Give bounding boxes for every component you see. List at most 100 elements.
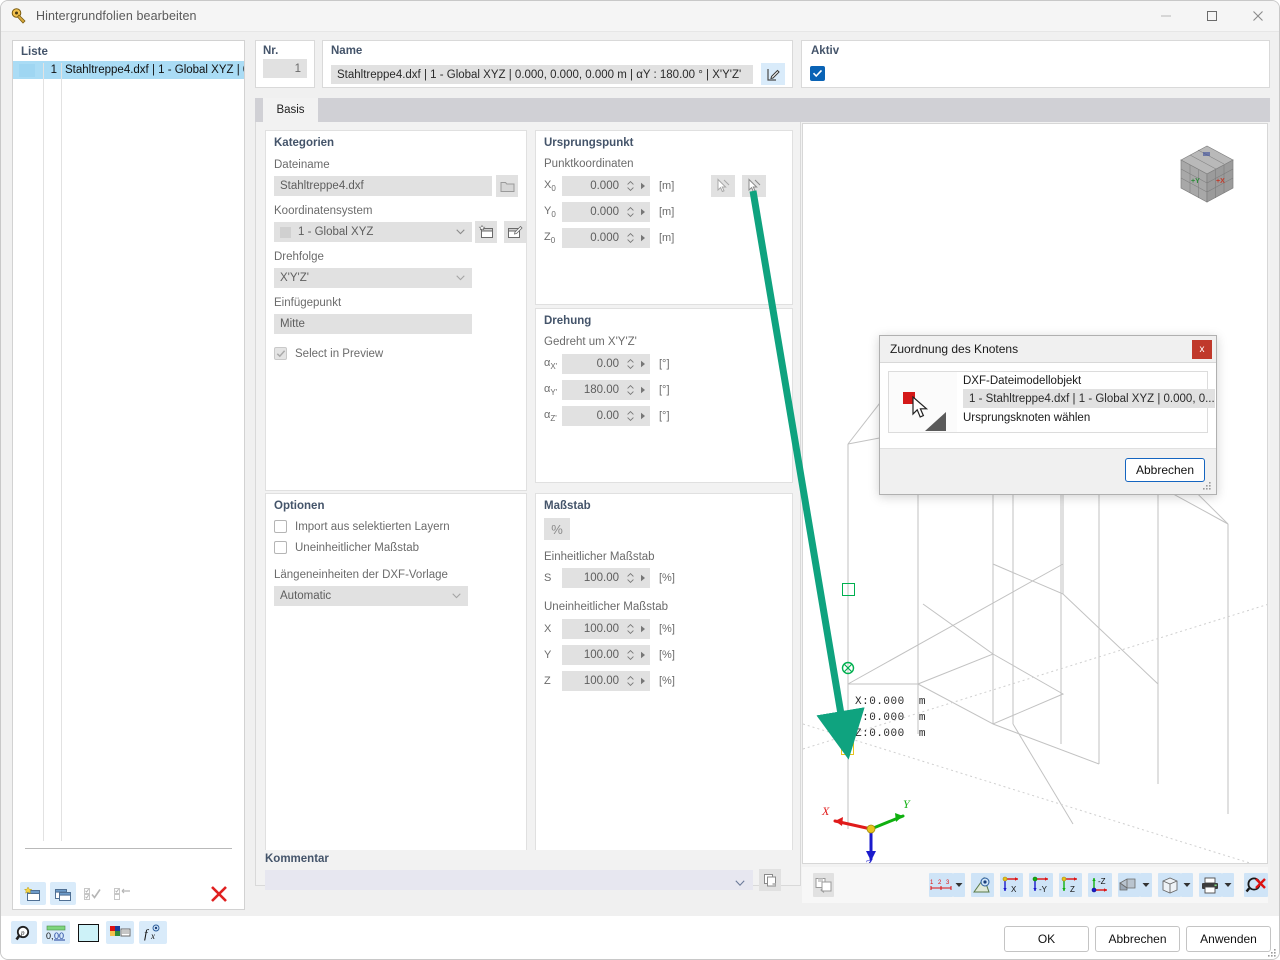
render-mode-dropdown-button[interactable] — [1140, 873, 1153, 897]
alpha-y-more-button[interactable] — [636, 380, 650, 400]
origin-node-marker[interactable] — [841, 742, 854, 755]
name-input[interactable]: Stahltreppe4.dxf | 1 - Global XYZ | 0.00… — [331, 65, 753, 84]
y-scale-more-button[interactable] — [636, 645, 650, 665]
koordinatensystem-select[interactable]: 1 - Global XYZ — [274, 222, 472, 242]
browse-file-button[interactable] — [496, 175, 518, 197]
z0-more-button[interactable] — [636, 228, 650, 248]
x-scale-more-button[interactable] — [636, 619, 650, 639]
import-layer-row[interactable]: Import aus selektierten Layern — [274, 520, 450, 533]
measure-button[interactable] — [971, 873, 994, 897]
search-tool-button[interactable]: p — [11, 921, 37, 944]
alpha-x-input[interactable]: 0.00 — [562, 354, 624, 374]
select-in-preview-row[interactable]: Select in Preview — [274, 347, 383, 360]
alpha-x-spinner[interactable] — [624, 354, 636, 374]
aktiv-checkbox[interactable] — [810, 66, 825, 81]
x0-more-button[interactable] — [636, 176, 650, 196]
view-in-z-button[interactable]: Z — [1058, 873, 1083, 897]
x0-spinner[interactable] — [624, 176, 636, 196]
projection-button[interactable] — [1158, 873, 1181, 897]
pick-point-button[interactable] — [711, 175, 735, 197]
new-coordinate-system-button[interactable] — [475, 221, 497, 243]
legend-button[interactable] — [106, 921, 134, 944]
render-mode-button[interactable] — [1117, 873, 1141, 897]
edit-name-button[interactable] — [761, 63, 785, 85]
color-swatch-button[interactable] — [75, 921, 101, 944]
view-along-minus-z-button[interactable]: -Z — [1088, 873, 1112, 897]
list-item[interactable]: 1 Stahltreppe4.dxf | 1 - Global XYZ | 0.… — [13, 61, 244, 79]
einfuegepunkt-input[interactable]: Mitte — [274, 314, 472, 334]
z-scale-spinner[interactable] — [624, 671, 636, 691]
x-scale-spinner[interactable] — [624, 619, 636, 639]
z0-input[interactable]: 0.000 — [562, 228, 624, 248]
select-all-button[interactable] — [80, 882, 106, 905]
y-scale-spinner[interactable] — [624, 645, 636, 665]
alpha-z-input[interactable]: 0.00 — [562, 406, 624, 426]
select-in-preview-checkbox[interactable] — [274, 347, 287, 360]
formula-button[interactable]: f x — [139, 921, 167, 944]
deselect-all-button[interactable] — [110, 882, 136, 905]
uneinheitlich-scale-checkbox[interactable] — [274, 541, 287, 554]
pick-node-button[interactable] — [742, 175, 766, 197]
uneinheitlich-scale-row[interactable]: Uneinheitlicher Maßstab — [274, 541, 419, 554]
navigation-cube[interactable]: +Y +X — [1169, 138, 1245, 213]
apply-button[interactable]: Anwenden — [1186, 926, 1271, 952]
node-marker-square[interactable] — [842, 583, 855, 596]
optionen-panel: Optionen Import aus selektierten Layern … — [265, 493, 527, 868]
new-layer-button[interactable] — [20, 882, 46, 905]
decimal-places-button[interactable]: 0, 00 — [42, 921, 70, 944]
x-scale-input[interactable]: 100.00 — [562, 619, 624, 639]
alpha-z-spinner[interactable] — [624, 406, 636, 426]
minimize-button[interactable] — [1143, 1, 1189, 32]
tab-basis[interactable]: Basis — [263, 98, 318, 122]
alpha-y-spinner[interactable] — [624, 380, 636, 400]
reset-zoom-button[interactable] — [1243, 873, 1269, 897]
kommentar-copy-button[interactable] — [759, 869, 781, 891]
view-in-x-button[interactable]: X — [999, 873, 1024, 897]
modal-close-button[interactable]: x — [1192, 339, 1212, 359]
window-resize-grip[interactable] — [1267, 948, 1277, 958]
node-marker-support[interactable] — [841, 661, 855, 678]
close-button[interactable] — [1235, 1, 1279, 32]
laengeneinheiten-select[interactable]: Automatic — [274, 586, 468, 606]
z0-unit: [m] — [659, 232, 675, 244]
edit-coordinate-system-button[interactable] — [504, 221, 526, 243]
ursprungspunkt-panel: Ursprungspunkt Punktkoordinaten X0 0.000… — [535, 130, 793, 305]
projection-dropdown-button[interactable] — [1180, 873, 1194, 897]
s-scale-input[interactable]: 100.00 — [562, 568, 624, 588]
percent-toggle-button[interactable]: % — [544, 518, 570, 540]
drehfolge-select[interactable]: X'Y'Z' — [274, 268, 472, 288]
y-scale-input[interactable]: 100.00 — [562, 645, 624, 665]
print-button[interactable] — [1199, 873, 1222, 897]
z-scale-more-button[interactable] — [636, 671, 650, 691]
print-dropdown-button[interactable] — [1221, 873, 1234, 897]
z-scale-input[interactable]: 100.00 — [562, 671, 624, 691]
numbering-button[interactable]: 1 2 3 — [929, 873, 954, 897]
numbering-dropdown-button[interactable] — [953, 873, 966, 897]
delete-layer-button[interactable] — [206, 882, 232, 905]
maximize-button[interactable] — [1189, 1, 1235, 32]
x0-input[interactable]: 0.000 — [562, 176, 624, 196]
import-layer-checkbox[interactable] — [274, 520, 287, 533]
modal-resize-grip[interactable] — [1202, 481, 1212, 491]
alpha-z-more-button[interactable] — [636, 406, 650, 426]
alpha-x-more-button[interactable] — [636, 354, 650, 374]
ok-button[interactable]: OK — [1004, 926, 1089, 952]
y0-input[interactable]: 0.000 — [562, 202, 624, 222]
kommentar-panel: Kommentar — [255, 850, 801, 891]
cancel-button[interactable]: Abbrechen — [1095, 926, 1180, 952]
z-scale-row: Z 100.00 [%] — [544, 671, 675, 691]
view-in-minus-y-button[interactable]: -Y — [1029, 873, 1053, 897]
y0-unit: [m] — [659, 206, 675, 218]
z0-spinner[interactable] — [624, 228, 636, 248]
dxf-object-select[interactable]: 1 - Stahltreppe4.dxf | 1 - Global XYZ | … — [963, 389, 1215, 408]
kommentar-input[interactable] — [265, 870, 753, 890]
alpha-y-input[interactable]: 180.00 — [562, 380, 624, 400]
s-scale-spinner[interactable] — [624, 568, 636, 588]
y0-spinner[interactable] — [624, 202, 636, 222]
dateiname-input[interactable]: Stahltreppe4.dxf — [274, 176, 492, 196]
modal-cancel-button[interactable]: Abbrechen — [1125, 458, 1205, 482]
save-view-button[interactable] — [813, 873, 835, 897]
duplicate-layer-button[interactable] — [50, 882, 76, 905]
y0-more-button[interactable] — [636, 202, 650, 222]
s-scale-more-button[interactable] — [636, 568, 650, 588]
